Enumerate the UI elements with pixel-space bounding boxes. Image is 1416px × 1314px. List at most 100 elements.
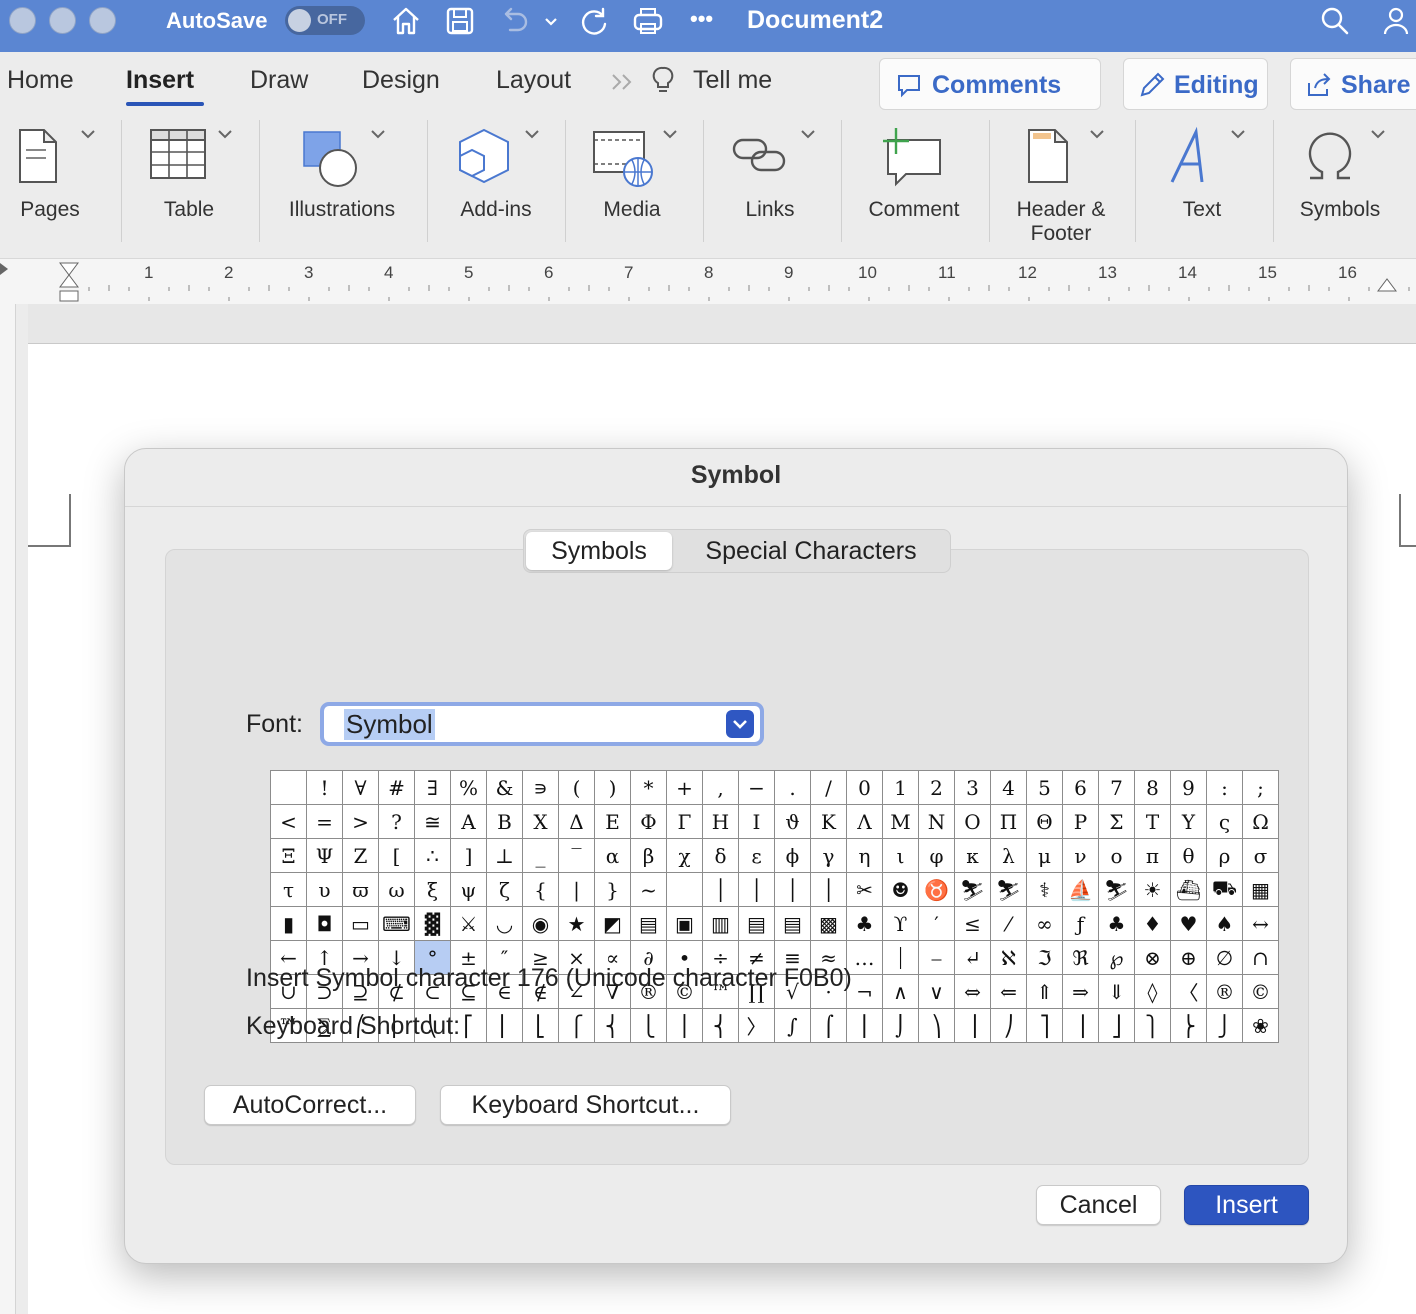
symbol-cell[interactable]: ▤ xyxy=(738,906,775,941)
symbol-cell[interactable]: ⎣ xyxy=(522,1008,559,1043)
symbol-cell[interactable]: ⚕ xyxy=(1026,872,1063,907)
symbol-cell[interactable]: / xyxy=(810,770,847,805)
symbol-cell[interactable]: ψ xyxy=(450,872,487,907)
symbol-cell[interactable]: ⎟ xyxy=(954,1008,991,1043)
symbol-cell[interactable]: ∴ xyxy=(414,838,451,873)
symbol-cell[interactable]: ⎞ xyxy=(918,1008,955,1043)
undo-dropdown-icon[interactable] xyxy=(543,4,559,38)
share-button[interactable]: Share xyxy=(1290,58,1416,110)
symbol-cell[interactable]: ℘ xyxy=(1098,940,1135,975)
symbol-cell[interactable]: ♣ xyxy=(1098,906,1135,941)
symbol-cell[interactable]: 5 xyxy=(1026,770,1063,805)
symbol-cell[interactable]: 8 xyxy=(1134,770,1171,805)
symbol-cell[interactable]: ☻ xyxy=(882,872,919,907)
symbol-cell[interactable]: ▦ xyxy=(1242,872,1279,907)
symbol-cell[interactable]: ℵ xyxy=(990,940,1027,975)
symbol-cell[interactable]: ⛷ xyxy=(954,872,991,907)
symbol-cell[interactable]: ⇐ xyxy=(990,974,1027,1009)
symbol-cell[interactable]: ? xyxy=(378,804,415,839)
cancel-button[interactable]: Cancel xyxy=(1036,1185,1161,1225)
symbol-cell[interactable]: _ xyxy=(522,838,559,873)
comments-button[interactable]: Comments xyxy=(879,58,1101,110)
symbol-cell[interactable]: ⎬ xyxy=(1170,1008,1207,1043)
symbol-cell[interactable]: } xyxy=(594,872,631,907)
symbol-cell[interactable]: ⇒ xyxy=(1062,974,1099,1009)
symbol-cell[interactable]: β xyxy=(630,838,667,873)
symbol-cell[interactable]: ∨ xyxy=(918,974,955,1009)
insert-button[interactable]: Insert xyxy=(1184,1185,1309,1225)
symbol-cell[interactable]: ⛴ xyxy=(1170,872,1207,907)
symbol-cell[interactable]: ⎯ xyxy=(918,940,955,975)
symbol-cell[interactable]: ξ xyxy=(414,872,451,907)
symbol-cell[interactable]: Ε xyxy=(594,804,631,839)
symbol-cell[interactable]: α xyxy=(594,838,631,873)
symbol-cell[interactable]: ⎥ xyxy=(1062,1008,1099,1043)
symbol-cell[interactable]: ★ xyxy=(558,906,595,941)
font-select-dropdown[interactable] xyxy=(726,710,754,738)
symbol-cell[interactable]: ⎨ xyxy=(594,1008,631,1043)
symbol-cell[interactable]: Ψ xyxy=(306,838,343,873)
symbol-cell[interactable]: ⎭ xyxy=(1206,1008,1243,1043)
symbol-cell[interactable]: % xyxy=(450,770,487,805)
symbol-cell[interactable]: θ xyxy=(1170,838,1207,873)
symbol-cell[interactable]: ⎢ xyxy=(486,1008,523,1043)
symbol-cell[interactable]: * xyxy=(630,770,667,805)
symbol-cell[interactable]: Π xyxy=(990,804,1027,839)
symbol-cell[interactable]: ⌠ xyxy=(810,1008,847,1043)
symbol-cell[interactable]: Ι xyxy=(738,804,775,839)
symbol-cell[interactable]: ≤ xyxy=(954,906,991,941)
symbol-cell[interactable]: Μ xyxy=(882,804,919,839)
symbol-cell[interactable]: ✂ xyxy=(846,872,883,907)
keyboard-shortcut-button[interactable]: Keyboard Shortcut... xyxy=(440,1085,731,1125)
symbol-cell[interactable]: ♣ xyxy=(846,906,883,941)
symbol-cell[interactable]: { xyxy=(522,872,559,907)
symbol-cell[interactable]: ⎨ xyxy=(702,1008,739,1043)
symbol-cell[interactable]: Χ xyxy=(522,804,559,839)
symbol-cell[interactable]: ⎮ xyxy=(846,1008,883,1043)
more-commands-icon[interactable]: ••• xyxy=(690,6,713,32)
symbol-cell[interactable]: ~ xyxy=(630,872,667,907)
symbol-cell[interactable]: ⇔ xyxy=(954,974,991,1009)
symbol-cell[interactable]: ‾ xyxy=(558,838,595,873)
symbol-cell[interactable]: 6 xyxy=(1062,770,1099,805)
symbol-cell[interactable]: ⊥ xyxy=(486,838,523,873)
symbol-cell[interactable]: , xyxy=(702,770,739,805)
symbol-cell[interactable]: ν xyxy=(1062,838,1099,873)
symbol-cell[interactable]: ⏐ xyxy=(882,940,919,975)
symbol-cell[interactable]: ▤ xyxy=(774,906,811,941)
symbol-cell[interactable]: ▮ xyxy=(270,906,307,941)
symbol-cell[interactable]: ( xyxy=(558,770,595,805)
symbol-cell[interactable]: + xyxy=(666,770,703,805)
symbol-cell[interactable]: ⎦ xyxy=(1098,1008,1135,1043)
symbol-cell[interactable]: = xyxy=(306,804,343,839)
symbol-cell[interactable]: > xyxy=(342,804,379,839)
save-icon[interactable] xyxy=(445,4,475,38)
autosave-toggle[interactable]: OFF xyxy=(285,6,365,35)
symbol-cell[interactable]: ′ xyxy=(918,906,955,941)
symbol-cell[interactable]: φ xyxy=(918,838,955,873)
symbol-cell[interactable]: │ xyxy=(738,872,775,907)
symbol-cell[interactable]: < xyxy=(270,804,307,839)
symbol-cell[interactable]: ▩ xyxy=(810,906,847,941)
account-icon[interactable] xyxy=(1382,4,1416,38)
symbol-cell[interactable]: Κ xyxy=(810,804,847,839)
tab-home[interactable]: Home xyxy=(7,66,74,95)
symbol-cell[interactable]: δ xyxy=(702,838,739,873)
tabs-overflow-chevron-icon[interactable] xyxy=(610,70,636,94)
symbol-cell[interactable]: 4 xyxy=(990,770,1027,805)
editing-mode-button[interactable]: Editing xyxy=(1123,58,1268,110)
symbol-cell[interactable]: ¬ xyxy=(846,974,883,1009)
symbol-cell[interactable]: ⁄ xyxy=(990,906,1027,941)
tell-me-search[interactable]: Tell me xyxy=(693,66,772,95)
symbol-cell[interactable]: γ xyxy=(810,838,847,873)
symbol-cell[interactable]: τ xyxy=(270,872,307,907)
redo-icon[interactable] xyxy=(577,4,611,38)
symbol-cell[interactable]: ◘ xyxy=(306,906,343,941)
symbol-cell[interactable]: ⊗ xyxy=(1134,940,1171,975)
symbol-cell[interactable]: ♥ xyxy=(1170,906,1207,941)
symbol-cell[interactable]: │ xyxy=(810,872,847,907)
symbol-cell[interactable]: Λ xyxy=(846,804,883,839)
symbol-cell[interactable]: ; xyxy=(1242,770,1279,805)
symbol-cell[interactable] xyxy=(666,872,703,907)
symbol-cell[interactable]: ⛷ xyxy=(1098,872,1135,907)
